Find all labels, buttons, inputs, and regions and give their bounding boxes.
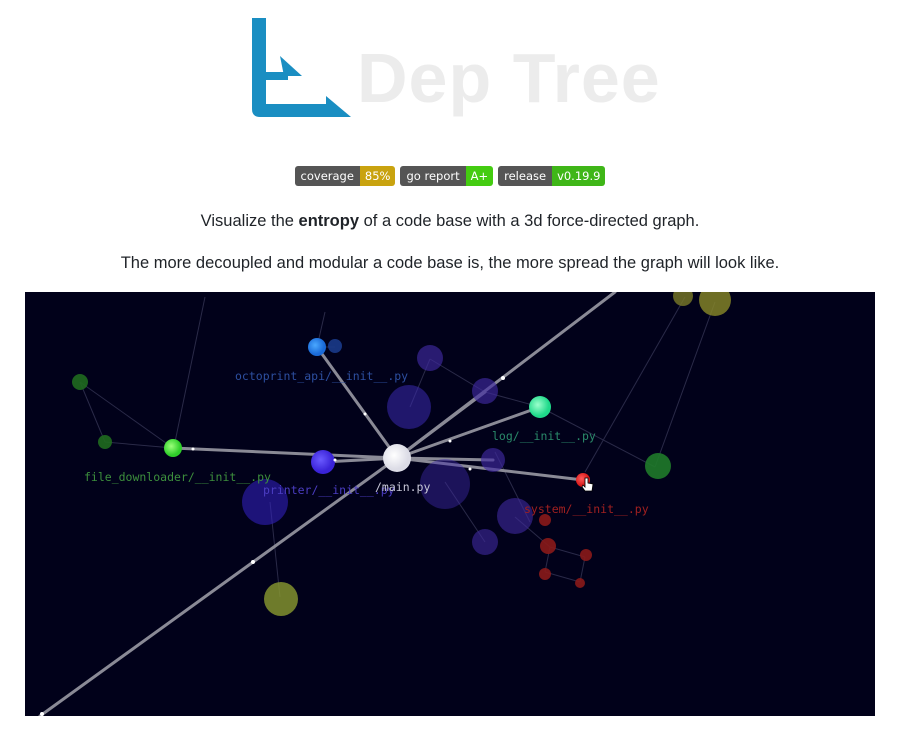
log-node — [529, 396, 551, 418]
printer-node — [311, 450, 335, 474]
release-badge-value: v0.19.9 — [552, 166, 606, 186]
node-label-file-downloader: file_downloader/__init__.py — [84, 470, 271, 484]
file-downloader-node — [164, 439, 182, 457]
description-line-2: The more decoupled and modular a code ba… — [120, 254, 780, 272]
go-report-badge-value: A+ — [465, 166, 494, 186]
coverage-badge[interactable]: coverage 85% — [294, 166, 396, 186]
coverage-badge-value: 85% — [359, 166, 396, 186]
description-line-1: Visualize the entropy of a code base wit… — [0, 212, 900, 231]
description-text: of a code base with a 3d force-directed … — [359, 212, 700, 230]
go-report-badge-label: go report — [400, 166, 466, 186]
dep-tree-logo: Dep Tree — [250, 16, 670, 120]
coverage-badge-label: coverage — [294, 166, 360, 186]
badge-row: coverage 85% go report A+ release v0.19.… — [0, 166, 900, 186]
logo-title: Dep Tree — [357, 39, 661, 117]
node-label-octoprint: octoprint_api/__init__.py — [235, 369, 409, 383]
dependency-graph-canvas[interactable]: octoprint_api/__init__.py log/__init__.p… — [25, 292, 875, 716]
release-badge[interactable]: release v0.19.9 — [498, 166, 606, 186]
graph-svg — [38, 292, 731, 716]
node-label-main: /main.py — [375, 480, 431, 494]
description-bold-entropy: entropy — [298, 212, 360, 230]
octoprint-node — [308, 338, 326, 356]
dep-tree-logo-mark — [252, 18, 351, 117]
release-badge-label: release — [498, 166, 553, 186]
description-text: Visualize the — [200, 212, 299, 230]
main-node — [383, 444, 411, 472]
node-label-system: system/__init__.py — [524, 502, 649, 516]
node-label-log: log/__init__.py — [492, 429, 596, 443]
go-report-badge[interactable]: go report A+ — [400, 166, 494, 186]
